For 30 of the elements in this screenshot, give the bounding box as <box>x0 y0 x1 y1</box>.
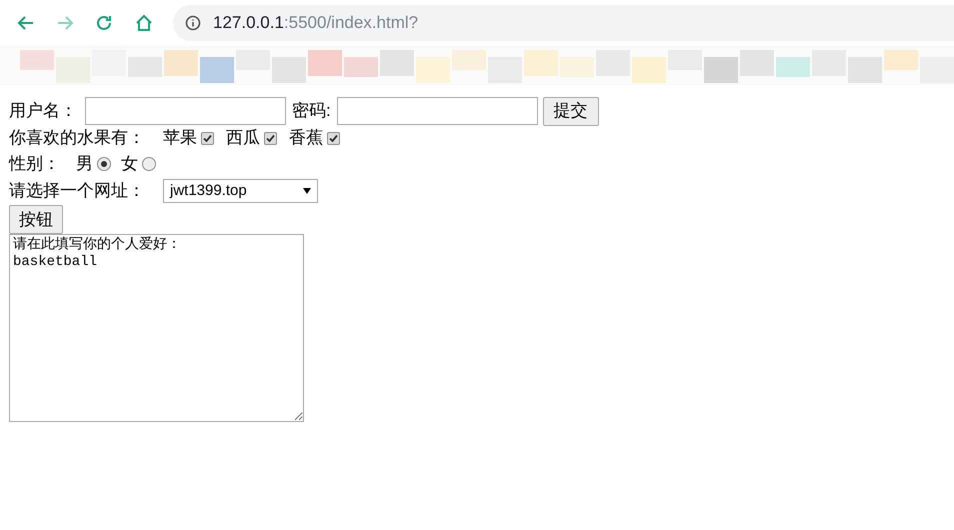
username-label: 用户名： <box>9 100 77 122</box>
back-icon[interactable] <box>17 14 35 32</box>
address-bar[interactable]: 127.0.0.1:5500/index.html? <box>173 4 954 40</box>
info-icon[interactable] <box>185 14 201 30</box>
password-field[interactable] <box>336 97 538 125</box>
gender-label: 性别： <box>9 153 60 175</box>
reload-icon[interactable] <box>95 14 113 32</box>
fruits-label: 你喜欢的水果有： <box>9 127 145 149</box>
password-label: 密码: <box>292 100 331 122</box>
checkbox-label: 香蕉 <box>289 127 323 149</box>
url-path: :5500/index.html? <box>284 12 418 34</box>
checkbox-label: 西瓜 <box>226 127 260 149</box>
username-field[interactable] <box>85 97 286 125</box>
forward-icon[interactable] <box>56 14 74 32</box>
site-dropdown[interactable]: jwt1399.top <box>163 179 318 203</box>
hobby-textarea[interactable]: 请在此填写你的个人爱好： basketball <box>9 234 304 422</box>
dropdown-arrow-icon <box>303 188 311 194</box>
site-label: 请选择一个网址： <box>9 180 145 202</box>
url-host: 127.0.0.1 <box>213 12 284 34</box>
checkbox[interactable] <box>201 132 214 144</box>
home-icon[interactable] <box>135 14 153 32</box>
submit-button[interactable]: 提交 <box>542 96 599 126</box>
radio-label: 女 <box>121 153 138 175</box>
checkbox[interactable] <box>264 132 277 144</box>
button[interactable]: 按钮 <box>9 205 63 234</box>
radio-label: 男 <box>76 153 93 175</box>
radio-button[interactable] <box>142 157 156 171</box>
checkbox[interactable] <box>327 132 340 144</box>
radio-button[interactable] <box>97 157 111 171</box>
checkbox-label: 苹果 <box>163 127 197 149</box>
